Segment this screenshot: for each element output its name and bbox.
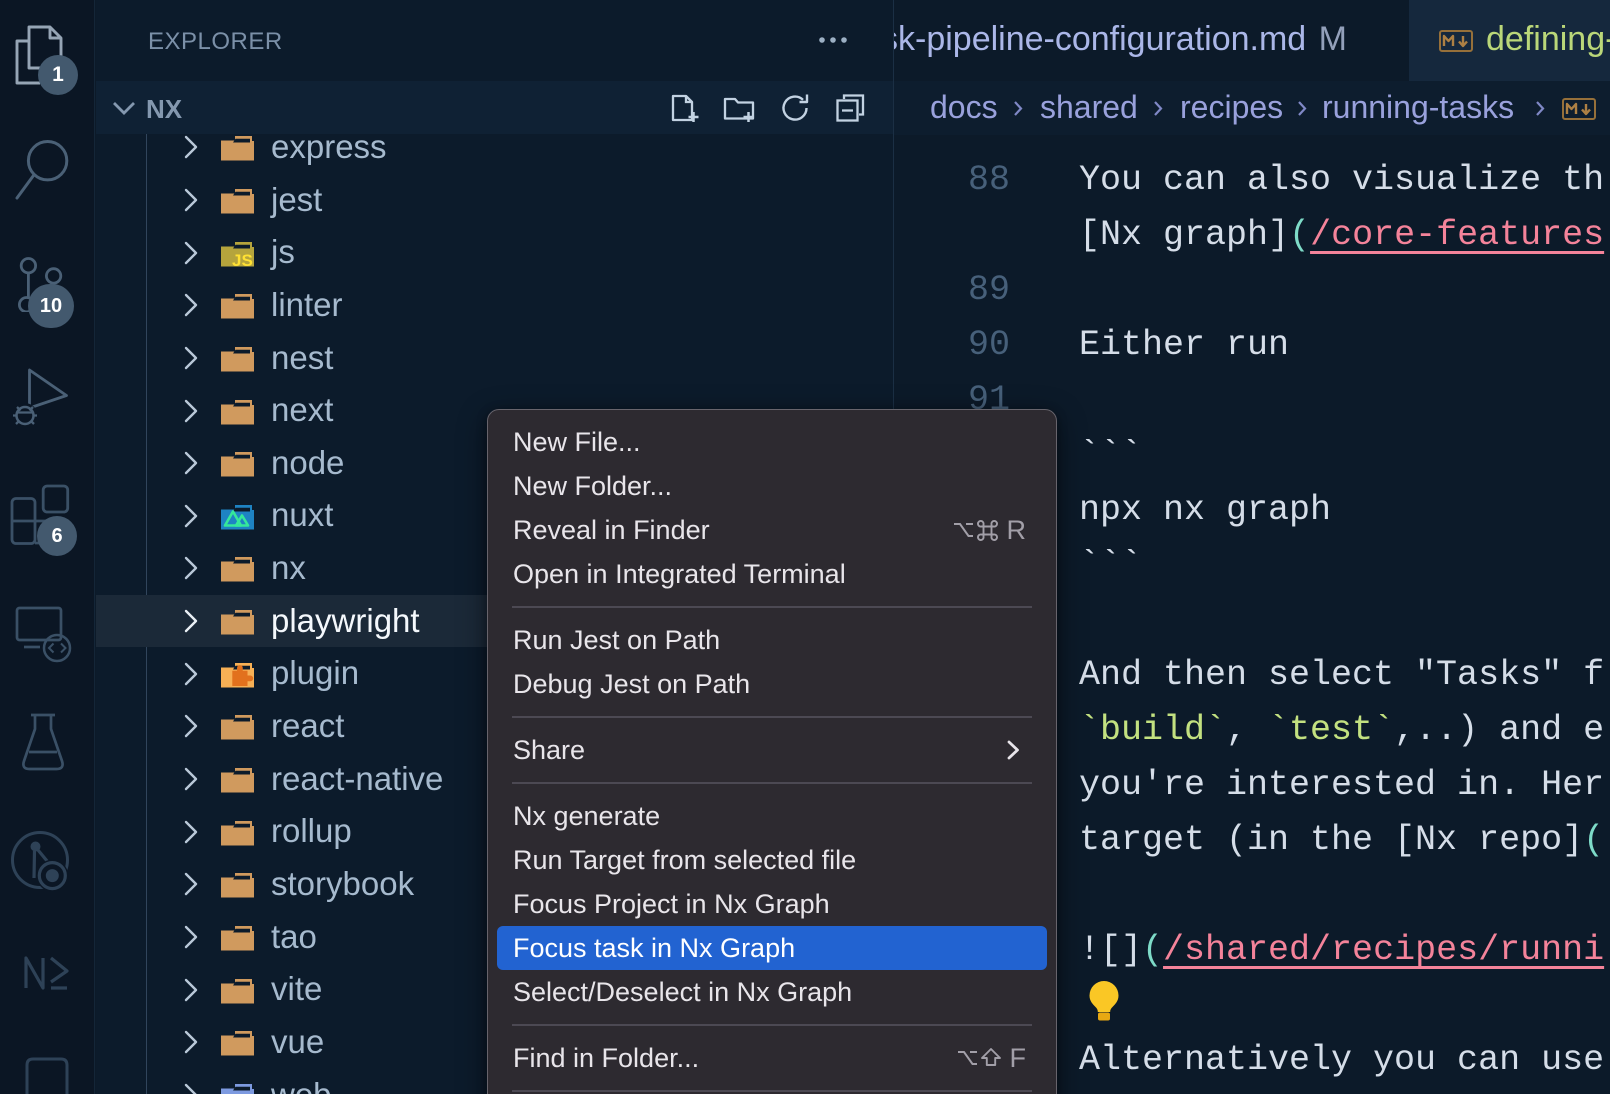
svg-text:JS: JS <box>232 251 253 267</box>
